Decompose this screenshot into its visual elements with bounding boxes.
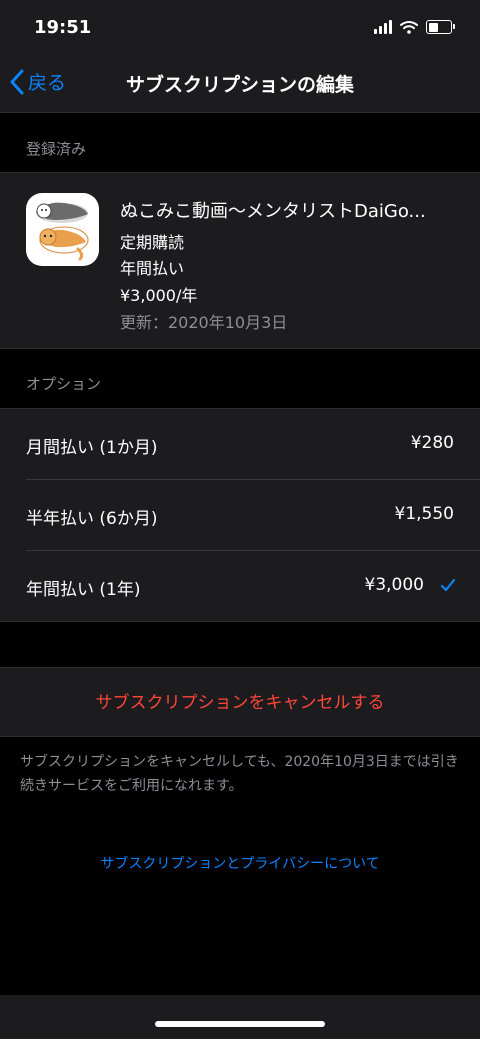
page-title: サブスクリプションの編集 <box>125 74 354 96</box>
cellular-signal-icon <box>374 20 392 34</box>
option-monthly[interactable]: 月間払い (1か月) ¥280 <box>0 409 480 479</box>
subscription-renewal-date: 更新：2020年10月3日 <box>120 313 288 332</box>
privacy-link[interactable]: サブスクリプションとプライバシーについて <box>0 853 480 873</box>
checkmark-icon <box>440 578 456 592</box>
option-label: 月間払い (1か月) <box>26 438 158 458</box>
navigation-bar: 戻る サブスクリプションの編集 <box>0 56 480 113</box>
subscription-plan: 年間払い <box>120 259 185 278</box>
bottom-bar <box>0 995 480 1039</box>
option-price: ¥280 <box>410 433 454 453</box>
subscription-type: 定期購読 <box>120 233 185 252</box>
subscription-price: ¥3,000/年 <box>120 286 198 305</box>
option-half-year[interactable]: 半年払い (6か月) ¥1,550 <box>0 480 480 550</box>
status-icons <box>374 20 455 34</box>
cancel-subscription-button[interactable]: サブスクリプションをキャンセルする <box>0 688 480 713</box>
home-indicator[interactable] <box>155 1021 325 1027</box>
option-yearly[interactable]: 年間払い (1年) ¥3,000 <box>0 551 480 621</box>
app-icon <box>26 193 99 266</box>
option-price: ¥1,550 <box>394 504 454 524</box>
subscription-name: ぬこみこ動画〜メンタリストDaiGo... <box>120 201 426 222</box>
status-bar: 19:51 <box>0 0 480 56</box>
battery-icon <box>426 20 455 34</box>
wifi-icon <box>400 21 418 34</box>
status-time: 19:51 <box>34 17 92 38</box>
registered-section-header: 登録済み <box>26 140 87 158</box>
option-label: 年間払い (1年) <box>26 580 141 600</box>
options-list: 月間払い (1か月) ¥280 半年払い (6か月) ¥1,550 年間払い (… <box>0 408 480 622</box>
option-label: 半年払い (6か月) <box>26 509 158 529</box>
options-section-header: オプション <box>26 375 102 393</box>
option-price: ¥3,000 <box>364 575 424 595</box>
subscription-card: ぬこみこ動画〜メンタリストDaiGo... 定期購読 年間払い ¥3,000/年… <box>0 172 480 349</box>
cancel-panel: サブスクリプションをキャンセルする <box>0 667 480 737</box>
cancel-notice: サブスクリプションをキャンセルしても、2020年10月3日までは引き続きサービス… <box>20 754 459 794</box>
